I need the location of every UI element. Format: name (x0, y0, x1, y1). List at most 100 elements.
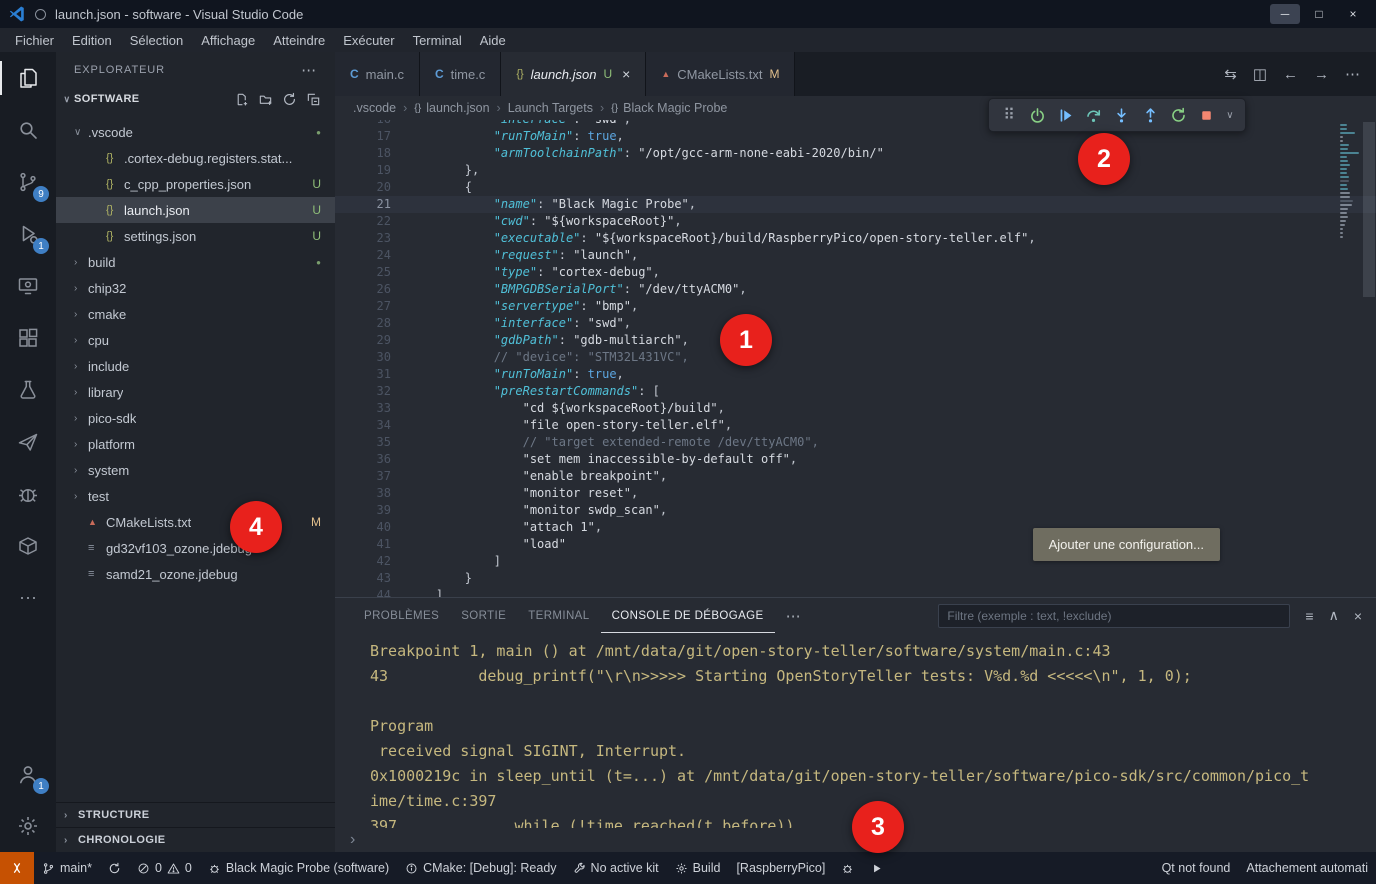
code-line-24[interactable]: 24 "request": "launch", (335, 247, 1376, 264)
tree-item-chip32[interactable]: ›chip32 (56, 275, 335, 301)
restart-icon[interactable] (1167, 104, 1189, 126)
navigate-back-icon[interactable]: ← (1283, 66, 1298, 83)
sidebar-more-icon[interactable]: ⋯ (301, 61, 317, 79)
tree-item-test[interactable]: ›test (56, 483, 335, 509)
tree-item-cmake[interactable]: ›cmake (56, 301, 335, 327)
bug-extension-activity-button[interactable] (0, 468, 56, 520)
code-line-30[interactable]: 30 // "device": "STM32L431VC", (335, 349, 1376, 366)
navigate-forward-icon[interactable]: → (1314, 66, 1329, 83)
tree-item-include[interactable]: ›include (56, 353, 335, 379)
search-activity-button[interactable] (0, 104, 56, 156)
maximize-panel-icon[interactable]: ∧ (1329, 607, 1339, 624)
code-line-31[interactable]: 31 "runToMain": true, (335, 366, 1376, 383)
continue-icon[interactable] (1055, 104, 1077, 126)
step-into-icon[interactable] (1111, 104, 1133, 126)
open-changes-icon[interactable]: ⇆ (1224, 65, 1237, 83)
code-line-34[interactable]: 34 "file open-story-teller.elf", (335, 417, 1376, 434)
status-sync[interactable] (100, 852, 129, 884)
breadcrumb-item-vscode[interactable]: .vscode (353, 101, 396, 115)
code-line-27[interactable]: 27 "servertype": "bmp", (335, 298, 1376, 315)
status-auto-attach[interactable]: Attachement automati (1238, 852, 1376, 884)
panel-tab-probl-mes[interactable]: PROBLÈMES (353, 598, 450, 633)
close-tab-icon[interactable]: × (622, 66, 630, 82)
code-line-36[interactable]: 36 "set mem inaccessible-by-default off"… (335, 451, 1376, 468)
new-file-icon[interactable] (234, 92, 249, 107)
code-line-33[interactable]: 33 "cd ${workspaceRoot}/build", (335, 400, 1376, 417)
status-active-kit[interactable]: No active kit (565, 852, 667, 884)
code-line-28[interactable]: 28 "interface": "swd", (335, 315, 1376, 332)
editor-scrollbar[interactable] (1362, 120, 1376, 597)
tab-cmakelists-txt[interactable]: ▲CMakeLists.txtM (646, 52, 795, 96)
tree-item-c-cpp-properties-json[interactable]: {}c_cpp_properties.jsonU (56, 171, 335, 197)
code-line-18[interactable]: 18 "armToolchainPath": "/opt/gcc-arm-non… (335, 145, 1376, 162)
status-cmake-launch[interactable] (862, 852, 891, 884)
remote-explorer-activity-button[interactable] (0, 260, 56, 312)
settings-gear-button[interactable] (0, 800, 56, 852)
tree-item-pico-sdk[interactable]: ›pico-sdk (56, 405, 335, 431)
tree-item-platform[interactable]: ›platform (56, 431, 335, 457)
scrollbar-thumb[interactable] (1363, 122, 1375, 297)
menu-fichier[interactable]: Fichier (6, 33, 63, 48)
code-line-23[interactable]: 23 "executable": "${workspaceRoot}/build… (335, 230, 1376, 247)
menu-s-lection[interactable]: Sélection (121, 33, 192, 48)
tree-item-library[interactable]: ›library (56, 379, 335, 405)
code-line-32[interactable]: 32 "preRestartCommands": [ (335, 383, 1376, 400)
debug-console-output[interactable]: Breakpoint 1, main () at /mnt/data/git/o… (335, 633, 1376, 828)
split-editor-icon[interactable]: ◫ (1253, 65, 1267, 83)
menu-edition[interactable]: Edition (63, 33, 121, 48)
code-line-43[interactable]: 43 } (335, 570, 1376, 587)
tree-item-launch-json[interactable]: {}launch.jsonU (56, 197, 335, 223)
tab-main-c[interactable]: Cmain.c (335, 52, 420, 96)
tree-item-cpu[interactable]: ›cpu (56, 327, 335, 353)
minimize-button[interactable]: ─ (1270, 4, 1300, 24)
minimap[interactable] (1340, 124, 1360, 238)
tree-item-gd32vf103-ozone-jdebug[interactable]: ≡gd32vf103_ozone.jdebug (56, 535, 335, 561)
pause-icon[interactable] (1026, 104, 1048, 126)
console-filter-input[interactable] (938, 604, 1290, 628)
code-line-21[interactable]: 21 "name": "Black Magic Probe", (335, 196, 1376, 213)
tree-item-build[interactable]: ›build● (56, 249, 335, 275)
chevron-down-icon[interactable]: ∨ (1224, 104, 1236, 126)
console-prompt-chevron[interactable]: › (335, 828, 1376, 852)
breadcrumb-item-launch-targets[interactable]: Launch Targets (508, 101, 593, 115)
status-problems[interactable]: 00 (129, 852, 200, 884)
code-line-22[interactable]: 22 "cwd": "${workspaceRoot}", (335, 213, 1376, 230)
testing-beaker-activity-button[interactable] (0, 364, 56, 416)
code-line-29[interactable]: 29 "gdbPath": "gdb-multiarch", (335, 332, 1376, 349)
code-line-38[interactable]: 38 "monitor reset", (335, 485, 1376, 502)
status-qt-status[interactable]: Qt not found (1154, 852, 1239, 884)
breadcrumb-item-launch-json[interactable]: {}launch.json (414, 101, 489, 115)
drag-handle-icon[interactable]: ⠿ (998, 104, 1020, 126)
tab-launch-json[interactable]: {}launch.jsonU× (501, 52, 646, 96)
close-panel-icon[interactable]: × (1354, 608, 1362, 624)
code-line-20[interactable]: 20 { (335, 179, 1376, 196)
breadcrumb-item-black-magic-probe[interactable]: {}Black Magic Probe (611, 101, 727, 115)
panel-tab-console-de-d-bogage[interactable]: CONSOLE DE DÉBOGAGE (601, 598, 775, 633)
run-debug-activity-button[interactable]: 1 (0, 208, 56, 260)
tree-item-samd21-ozone-jdebug[interactable]: ≡samd21_ozone.jdebug (56, 561, 335, 587)
status-build[interactable]: Build (667, 852, 729, 884)
menu-atteindre[interactable]: Atteindre (264, 33, 334, 48)
more-activity-button[interactable]: ⋯ (0, 572, 56, 624)
console-menu-icon[interactable]: ≡ (1305, 608, 1313, 624)
code-line-35[interactable]: 35 // "target extended-remote /dev/ttyAC… (335, 434, 1376, 451)
explorer-activity-button[interactable] (0, 52, 56, 104)
menu-ex-cuter[interactable]: Exécuter (334, 33, 403, 48)
workspace-section-header[interactable]: ∨ SOFTWARE (56, 87, 335, 111)
status-debug-config[interactable]: Black Magic Probe (software) (200, 852, 397, 884)
tab-time-c[interactable]: Ctime.c (420, 52, 501, 96)
outline-section[interactable]: › STRUCTURE (56, 802, 335, 827)
menu-terminal[interactable]: Terminal (404, 33, 471, 48)
status-cmake-debug[interactable] (833, 852, 862, 884)
status-cmake-status[interactable]: CMake: [Debug]: Ready (397, 852, 564, 884)
tree-item-cmakelists-txt[interactable]: ▲CMakeLists.txtM (56, 509, 335, 535)
accounts-button[interactable]: 1 (0, 748, 56, 800)
code-line-37[interactable]: 37 "enable breakpoint", (335, 468, 1376, 485)
tree-item-system[interactable]: ›system (56, 457, 335, 483)
add-configuration-button[interactable]: Ajouter une configuration... (1033, 528, 1220, 561)
menu-affichage[interactable]: Affichage (192, 33, 264, 48)
code-line-19[interactable]: 19 }, (335, 162, 1376, 179)
code-line-44[interactable]: 44 ] (335, 587, 1376, 597)
stop-icon[interactable] (1196, 104, 1218, 126)
maximize-button[interactable]: □ (1304, 4, 1334, 24)
